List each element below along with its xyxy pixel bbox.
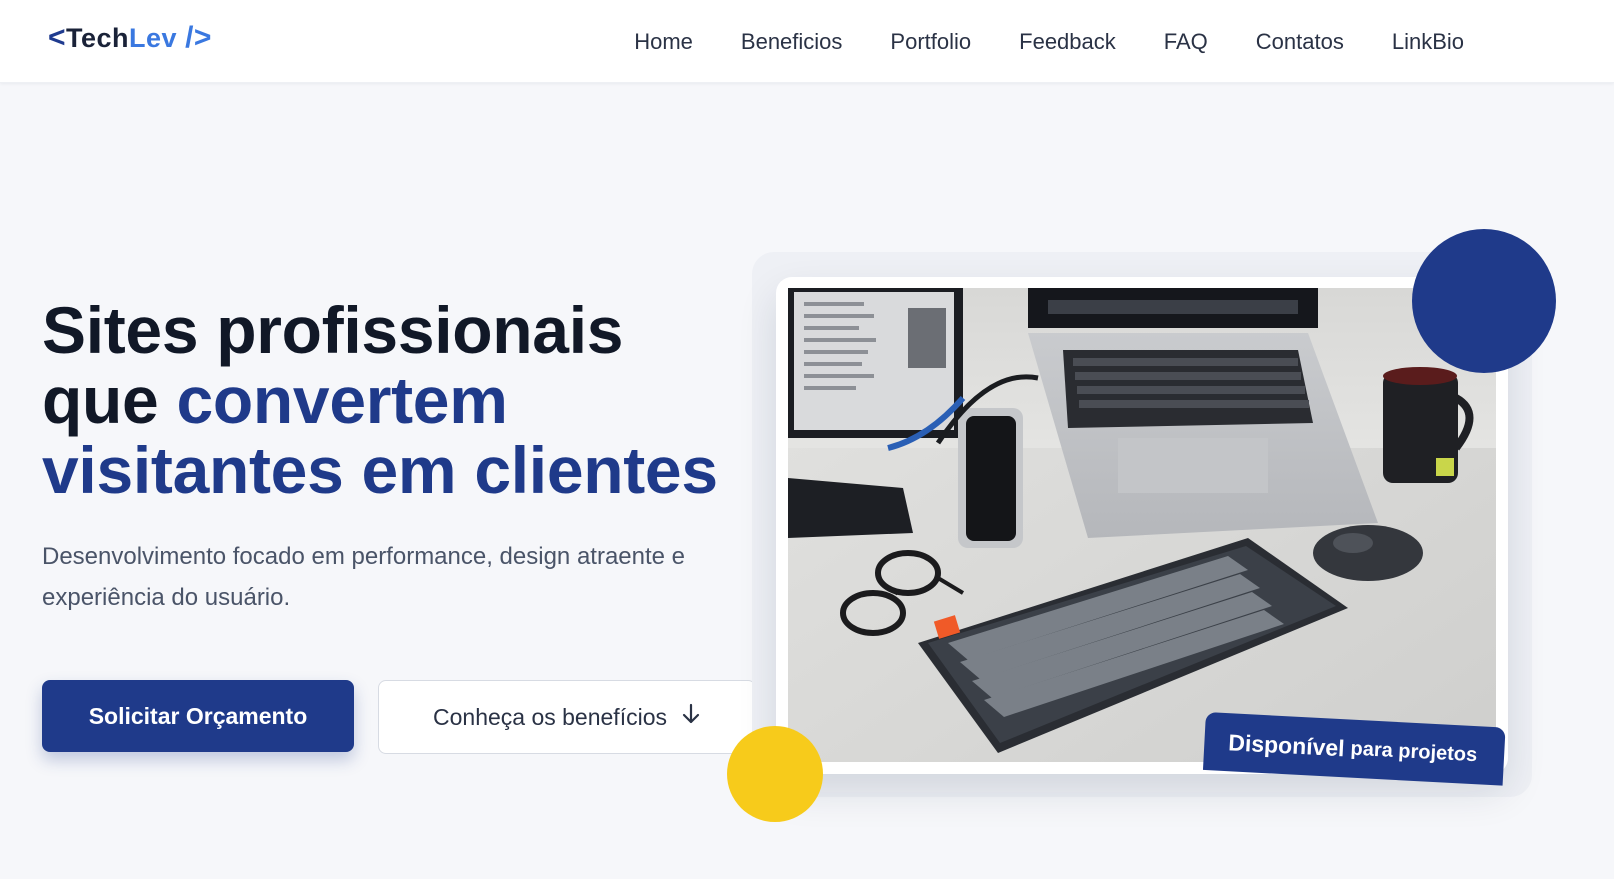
- nav-beneficios[interactable]: Beneficios: [741, 29, 843, 55]
- nav-home[interactable]: Home: [634, 29, 693, 55]
- hero-title-line2-accent: convertem: [176, 363, 508, 437]
- brand-logo[interactable]: < Tech Lev />: [48, 20, 212, 56]
- hero-title-line1: Sites profissionais: [42, 293, 624, 367]
- decorative-yellow-circle: [727, 726, 823, 822]
- nav-portfolio[interactable]: Portfolio: [890, 29, 971, 55]
- nav-feedback[interactable]: Feedback: [1019, 29, 1116, 55]
- badge-main-text: Disponível: [1227, 728, 1346, 761]
- arrow-down-icon: [681, 703, 701, 731]
- see-benefits-label: Conheça os benefícios: [433, 703, 667, 730]
- request-quote-button[interactable]: Solicitar Orçamento: [42, 680, 354, 752]
- logo-text-lev: Lev: [129, 22, 178, 53]
- logo-open-bracket: <: [48, 21, 67, 54]
- nav-faq[interactable]: FAQ: [1164, 29, 1208, 55]
- nav-linkbio[interactable]: LinkBio: [1392, 29, 1464, 55]
- nav-contatos[interactable]: Contatos: [1256, 29, 1344, 55]
- badge-small-text: para projetos: [1350, 737, 1478, 766]
- hero-title-line2-plain: que: [42, 363, 177, 437]
- see-benefits-button[interactable]: Conheça os benefícios: [378, 680, 756, 754]
- hero-title-line3: visitantes em clientes: [42, 433, 718, 507]
- request-quote-label: Solicitar Orçamento: [88, 702, 308, 729]
- workspace-photo: [788, 288, 1496, 762]
- hero-title: Sites profissionais que convertem visita…: [42, 295, 782, 505]
- main-nav: Home Beneficios Portfolio Feedback FAQ C…: [586, 22, 1464, 62]
- logo-text-tech: Tech: [66, 22, 130, 53]
- decorative-blue-circle: [1412, 229, 1556, 373]
- hero-subtitle: Desenvolvimento focado em performance, d…: [42, 543, 686, 611]
- logo-close-bracket: />: [185, 21, 212, 54]
- site-header: < Tech Lev /> Home Beneficios Portfolio …: [0, 0, 1614, 83]
